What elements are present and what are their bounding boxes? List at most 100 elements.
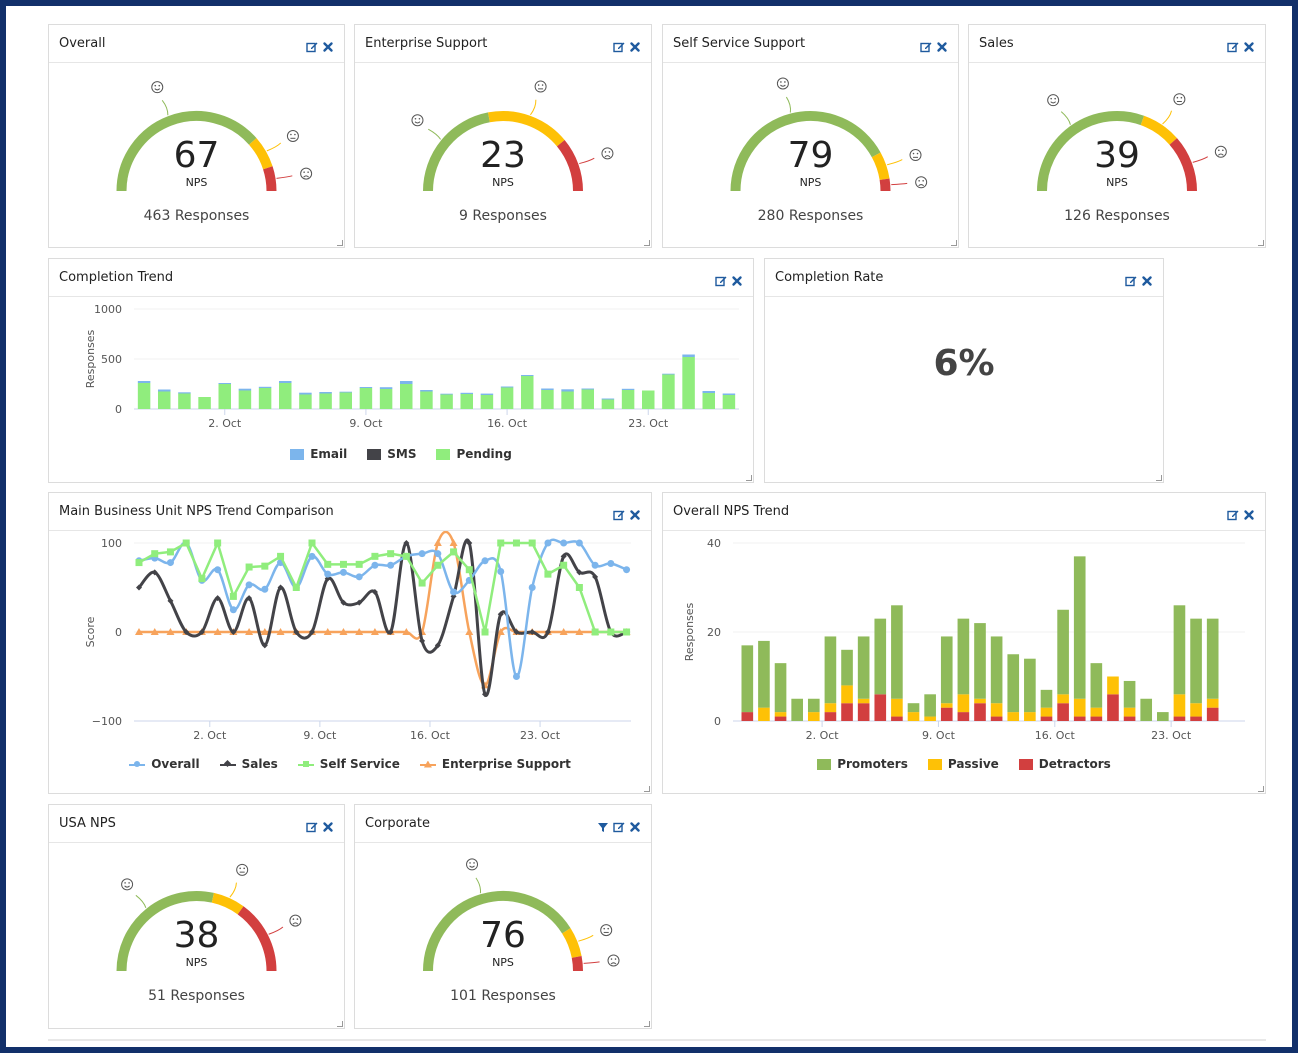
bar-detractors[interactable]: [1206, 707, 1219, 721]
bar-email[interactable]: [319, 392, 332, 394]
bar-pending[interactable]: [561, 391, 574, 410]
point-self-service[interactable]: [339, 560, 347, 568]
bar-promoters[interactable]: [940, 636, 953, 704]
point-self-service[interactable]: [560, 561, 568, 569]
point-overall[interactable]: [214, 566, 222, 574]
close-icon[interactable]: [629, 38, 641, 52]
point-self-service[interactable]: [198, 575, 206, 583]
bar-promoters[interactable]: [1007, 654, 1020, 713]
bar-email[interactable]: [561, 389, 574, 392]
bar-email[interactable]: [722, 393, 736, 396]
bar-pending[interactable]: [682, 357, 695, 409]
bar-passive[interactable]: [758, 707, 770, 721]
point-self-service[interactable]: [387, 550, 395, 558]
bar-promoters[interactable]: [807, 698, 820, 713]
resize-handle[interactable]: [337, 240, 343, 246]
bar-passive[interactable]: [1007, 712, 1020, 721]
point-overall[interactable]: [591, 561, 599, 569]
bar-detractors[interactable]: [974, 703, 986, 721]
point-overall[interactable]: [575, 539, 583, 547]
bar-pending[interactable]: [258, 388, 272, 409]
filter-icon[interactable]: [597, 818, 609, 832]
legend-item-email[interactable]: Email: [290, 447, 347, 461]
bar-passive[interactable]: [824, 703, 837, 713]
bar-detractors[interactable]: [1057, 703, 1069, 721]
bar-promoters[interactable]: [957, 618, 970, 695]
bar-detractors[interactable]: [1173, 716, 1186, 721]
resize-handle[interactable]: [644, 240, 650, 246]
resize-handle[interactable]: [644, 1021, 650, 1027]
bar-pending[interactable]: [601, 399, 615, 410]
bar-pending[interactable]: [702, 393, 716, 409]
point-overall[interactable]: [544, 539, 552, 547]
edit-icon[interactable]: [1227, 506, 1239, 520]
point-self-service[interactable]: [591, 628, 599, 636]
bar-pending[interactable]: [319, 393, 332, 410]
bar-promoters[interactable]: [891, 605, 903, 699]
bar-promoters[interactable]: [907, 703, 920, 713]
point-overall[interactable]: [166, 559, 174, 567]
point-overall[interactable]: [528, 584, 536, 591]
edit-icon[interactable]: [306, 38, 318, 52]
bar-passive[interactable]: [957, 694, 970, 713]
edit-icon[interactable]: [613, 506, 625, 520]
bar-email[interactable]: [218, 383, 232, 384]
bar-promoters[interactable]: [741, 645, 754, 713]
bar-promoters[interactable]: [990, 636, 1003, 704]
bar-pending[interactable]: [722, 395, 736, 409]
bar-detractors[interactable]: [891, 716, 903, 721]
bar-detractors[interactable]: [1123, 716, 1136, 721]
bar-pending[interactable]: [641, 390, 655, 410]
point-self-service[interactable]: [182, 539, 190, 547]
bar-passive[interactable]: [974, 698, 986, 704]
close-icon[interactable]: [731, 272, 743, 286]
bar-detractors[interactable]: [824, 712, 837, 721]
bar-promoters[interactable]: [774, 663, 787, 713]
bar-pending[interactable]: [500, 387, 514, 410]
bar-passive[interactable]: [1024, 712, 1036, 721]
bar-promoters[interactable]: [791, 698, 803, 721]
bar-promoters[interactable]: [874, 618, 887, 695]
bar-email[interactable]: [440, 393, 453, 395]
bar-email[interactable]: [238, 388, 252, 391]
resize-handle[interactable]: [746, 475, 752, 481]
bar-email[interactable]: [480, 393, 494, 395]
bar-detractors[interactable]: [990, 716, 1003, 721]
bar-promoters[interactable]: [1173, 605, 1186, 695]
resize-handle[interactable]: [337, 1021, 343, 1027]
point-self-service[interactable]: [166, 548, 174, 556]
resize-handle[interactable]: [1156, 475, 1162, 481]
bar-pending[interactable]: [157, 391, 171, 410]
bar-passive[interactable]: [907, 712, 920, 721]
bar-passive[interactable]: [841, 685, 853, 704]
bar-passive[interactable]: [774, 712, 787, 717]
bar-pending[interactable]: [399, 384, 413, 409]
edit-icon[interactable]: [715, 272, 727, 286]
point-self-service[interactable]: [623, 628, 631, 636]
point-overall[interactable]: [371, 561, 379, 569]
bar-pending[interactable]: [359, 388, 373, 409]
bar-passive[interactable]: [857, 698, 870, 704]
resize-handle[interactable]: [951, 240, 957, 246]
point-overall[interactable]: [512, 673, 520, 680]
close-icon[interactable]: [1243, 506, 1255, 520]
bar-email[interactable]: [662, 373, 675, 375]
bar-passive[interactable]: [1123, 707, 1136, 717]
point-self-service[interactable]: [481, 628, 489, 636]
bar-passive[interactable]: [990, 703, 1003, 717]
point-self-service[interactable]: [575, 584, 583, 591]
bar-passive[interactable]: [924, 716, 936, 721]
point-overall[interactable]: [623, 566, 631, 574]
bar-email[interactable]: [339, 391, 353, 393]
point-self-service[interactable]: [512, 539, 520, 547]
point-overall[interactable]: [607, 559, 615, 567]
bar-passive[interactable]: [1040, 707, 1053, 717]
bar-passive[interactable]: [1190, 703, 1202, 717]
resize-handle[interactable]: [1258, 240, 1264, 246]
point-self-service[interactable]: [544, 570, 552, 578]
bar-pending[interactable]: [520, 376, 534, 409]
bar-pending[interactable]: [137, 383, 151, 409]
bar-pending[interactable]: [541, 390, 554, 409]
bar-email[interactable]: [137, 381, 151, 383]
bar-email[interactable]: [420, 390, 433, 392]
